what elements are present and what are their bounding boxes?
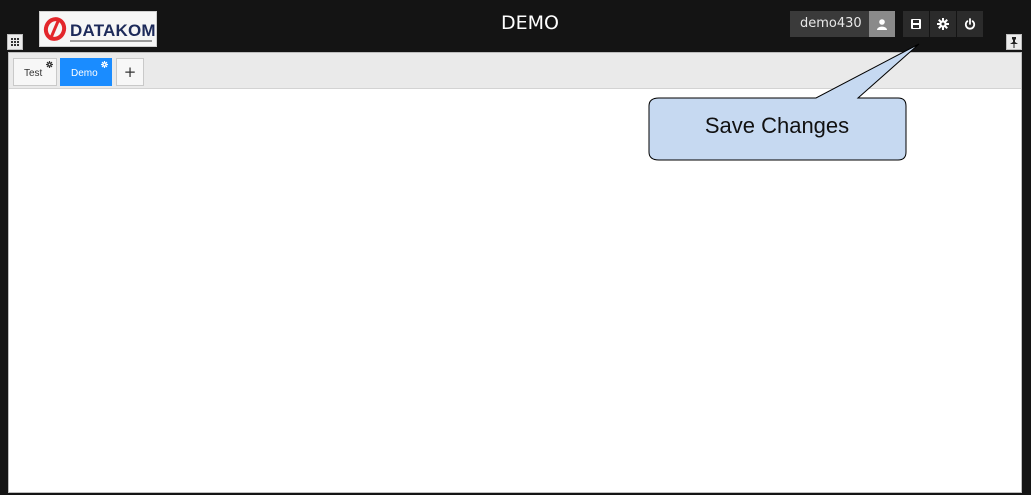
- save-changes-callout: [648, 43, 920, 161]
- callout-text: Save Changes: [704, 113, 850, 138]
